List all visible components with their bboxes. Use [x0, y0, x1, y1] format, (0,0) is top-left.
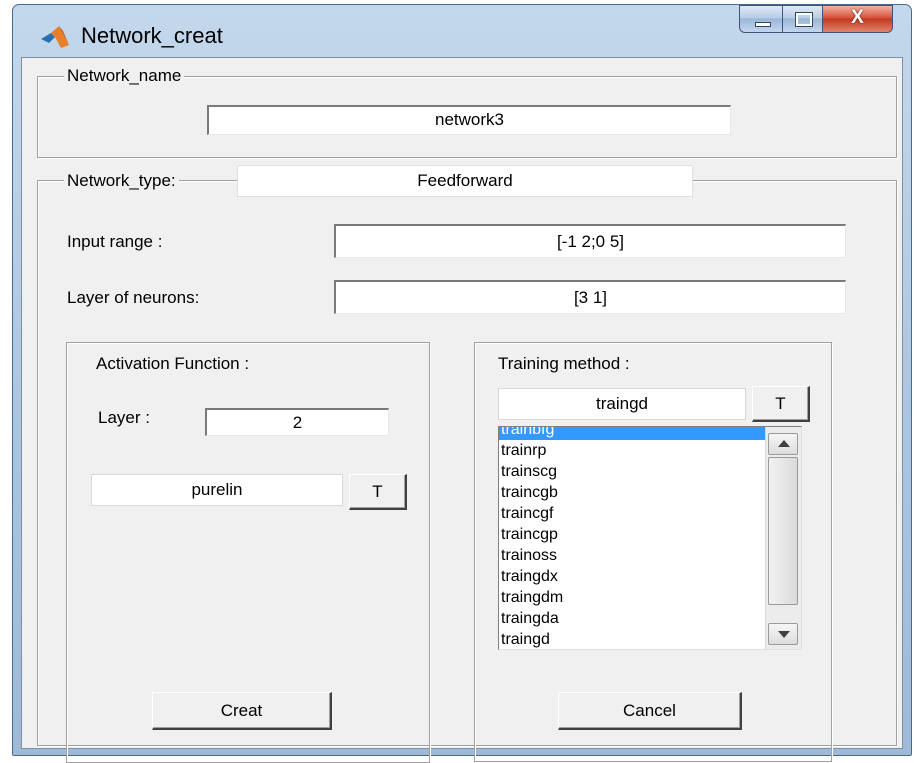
- training-t-button[interactable]: T: [752, 386, 810, 422]
- minimize-button[interactable]: [739, 5, 783, 33]
- input-range-label: Input range :: [67, 232, 163, 251]
- activation-t-button[interactable]: T: [349, 474, 407, 510]
- scroll-up-button[interactable]: [768, 433, 798, 455]
- list-item[interactable]: traingda: [499, 608, 765, 629]
- cancel-button[interactable]: Cancel: [558, 692, 742, 730]
- training-method-list: trainbfg trainrp trainscg traincgb traincgf t…: [499, 427, 765, 649]
- scroll-thumb[interactable]: [768, 457, 798, 605]
- layer-of-neurons-label: Layer of neurons:: [67, 288, 200, 307]
- matlab-logo-icon: [41, 26, 69, 48]
- list-item[interactable]: trainbfg: [499, 427, 765, 440]
- network-type-input[interactable]: Feedforward: [237, 165, 693, 197]
- layer-index-input[interactable]: 2: [205, 408, 389, 436]
- list-item[interactable]: traincgp: [499, 524, 765, 545]
- list-item[interactable]: trainscg: [499, 461, 765, 482]
- network-name-group-title: Network_name: [64, 66, 185, 86]
- maximize-button[interactable]: [783, 5, 823, 33]
- arrow-down-icon: [778, 631, 790, 638]
- layer-of-neurons-input[interactable]: [3 1]: [334, 280, 846, 314]
- list-item[interactable]: traincgb: [499, 482, 765, 503]
- network-name-input[interactable]: network3: [207, 105, 731, 135]
- input-range-input[interactable]: [-1 2;0 5]: [334, 224, 846, 258]
- list-item[interactable]: traingdx: [499, 566, 765, 587]
- window-title: Network_creat: [81, 23, 223, 48]
- training-method-input[interactable]: traingd: [498, 388, 746, 420]
- create-button[interactable]: Creat: [152, 692, 332, 730]
- training-method-title: Training method :: [498, 354, 630, 373]
- activation-function-title: Activation Function :: [96, 354, 250, 373]
- scroll-down-button[interactable]: [768, 623, 798, 645]
- title-bar[interactable]: Network_creat X: [13, 5, 911, 57]
- list-item[interactable]: trainoss: [499, 545, 765, 566]
- listbox-scrollbar[interactable]: [765, 427, 801, 649]
- arrow-up-icon: [778, 440, 790, 447]
- activation-function-input[interactable]: purelin: [91, 474, 343, 506]
- close-icon: X: [851, 7, 864, 28]
- close-button[interactable]: X: [823, 5, 893, 33]
- list-item[interactable]: trainrp: [499, 440, 765, 461]
- training-method-listbox[interactable]: trainbfg trainrp trainscg traincgb traincgf t…: [498, 426, 802, 650]
- list-item[interactable]: traingd: [499, 629, 765, 649]
- list-item[interactable]: traingdm: [499, 587, 765, 608]
- list-item[interactable]: traincgf: [499, 503, 765, 524]
- network-type-group-title: Network_type:: [64, 171, 179, 191]
- layer-label: Layer :: [98, 408, 150, 427]
